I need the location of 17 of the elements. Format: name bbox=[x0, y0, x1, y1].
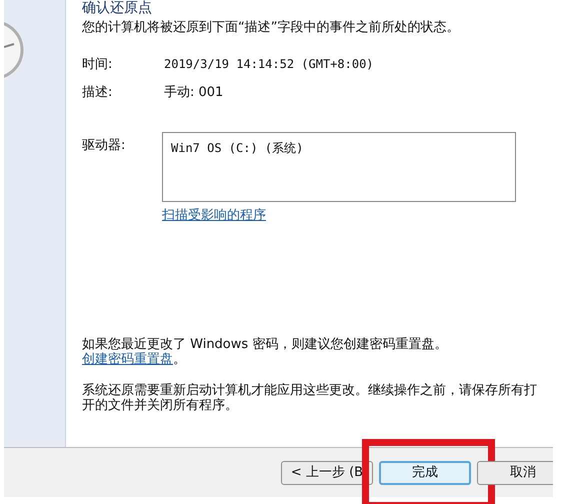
drive-item[interactable]: Win7 OS (C:) (系统) bbox=[171, 139, 507, 157]
create-disk-link[interactable]: 创建密码重置盘 bbox=[82, 352, 173, 367]
field-value: 2019/3/19 14:14:52 (GMT+8:00) bbox=[164, 56, 374, 73]
drive-label: 驱动器: bbox=[82, 137, 126, 155]
drive-list[interactable]: Win7 OS (C:) (系统) bbox=[162, 132, 516, 202]
cancel-button[interactable]: 取消 bbox=[477, 460, 553, 484]
field-value: 手动: 001 bbox=[164, 84, 224, 102]
field-label: 描述: bbox=[82, 84, 114, 102]
restart-note: 系统还原需要重新启动计算机才能应用这些更改。继续操作之前，请保存所有打开的文件并关闭所有程序。 bbox=[82, 383, 538, 413]
intro-text: 您的计算机将被还原到下面“描述”字段中的事件之前所处的状态。 bbox=[82, 20, 460, 35]
password-note: 如果您最近更改了 Windows 密码，则建议您创建密码重置盘。 创建密码重置盘。 bbox=[82, 337, 448, 367]
page-title: 确认还原点 bbox=[82, 0, 153, 16]
clock-icon bbox=[4, 20, 24, 80]
field-label: 时间: bbox=[82, 56, 114, 74]
finish-button[interactable]: 完成 bbox=[379, 460, 471, 484]
back-button[interactable]: < 上一步 (B bbox=[281, 460, 373, 484]
scan-link[interactable]: 扫描受影响的程序 bbox=[162, 206, 266, 226]
